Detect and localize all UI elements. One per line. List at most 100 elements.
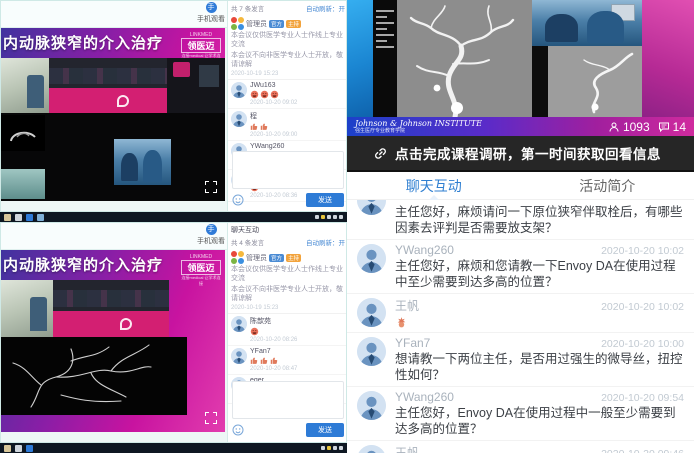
notice-line1: 本会议仅供医学专业人士作线上专业交流 — [231, 265, 345, 284]
player-bottom-bar: Johnson & Johnson INSTITUTE 强生医疗专业教育学院 1… — [347, 117, 694, 136]
emoji-picker-icon[interactable] — [232, 194, 244, 206]
send-button[interactable]: 发送 — [306, 193, 344, 207]
brand-top: LINKMED — [181, 254, 221, 260]
taskbar-icon[interactable] — [4, 445, 11, 452]
mobile-watch-label: 手机观看 — [191, 236, 231, 246]
system-tray[interactable] — [315, 215, 343, 219]
mobile-watch-button[interactable]: 手 手机观看 — [191, 2, 231, 24]
panelists — [49, 68, 167, 85]
video-feed-monitors — [167, 58, 225, 113]
video-feed-ultrasound — [1, 115, 45, 151]
chat-panel-title: 聊天互动 — [228, 223, 347, 235]
message-time: 2020-10-20 09:46 — [601, 448, 684, 453]
message-time: 2020-10-20 10:02 — [601, 301, 684, 313]
thumbs-up-icon — [250, 122, 259, 131]
taskbar-icon[interactable] — [26, 445, 33, 452]
video-feed-panelists — [49, 58, 167, 113]
desktop-screenshot-top: 手 手机观看 内动脉狭窄的介入治疗 LINKMED 领医迈 连接medical … — [0, 0, 347, 212]
host-badge: 主持 — [286, 254, 301, 262]
taskbar-icon[interactable] — [4, 214, 11, 221]
thumbs-up-icon — [270, 356, 279, 365]
message-time: 2020-10-20 09:54 — [601, 392, 684, 404]
mobile-watch-icon: 手 — [206, 2, 217, 13]
chat-message-list[interactable]: 主任您好，麻烦请问一下原位狭窄伴取栓后，有哪些因素去评判是否需要放支架？ YWa… — [347, 200, 694, 453]
notice-line1: 本会议仅供医学专业人士作线上专业交流 — [231, 31, 345, 50]
admin-notice: 管理员 官方 主持 本会议仅供医学专业人士作线上专业交流 本会议不向非医学专业人… — [228, 249, 347, 314]
admin-avatar-icon — [231, 251, 244, 264]
user-avatar-icon — [231, 111, 247, 127]
fullscreen-icon[interactable] — [205, 181, 217, 193]
chat-message: YFan7 2020-10-20 08:47 — [228, 346, 347, 375]
chat-message: 程 2020-10-20 09:00 — [228, 109, 347, 141]
stream-title: 内动脉狭窄的介入治疗 — [3, 254, 163, 275]
banner-logo-mark — [120, 318, 132, 330]
message-text: 主任您好，Envoy DA在使用过程中一般至少需要到达多高的位置？ — [395, 405, 684, 437]
chat-sidebar: 聊天互动 共 4 条发言 自动刷新：开 管理员 官方 主持 本会议仅供医学专业人… — [227, 223, 347, 443]
mobile-watch-label: 手机观看 — [191, 14, 231, 24]
chat-username: 程 — [250, 111, 345, 121]
survey-banner[interactable]: 点击完成课程调研，第一时间获取回看信息 — [347, 136, 694, 172]
admin-notice: 管理员 官方 主持 本会议仅供医学专业人士作线上专业交流 本会议不向非医学专业人… — [228, 15, 347, 80]
taskbar-icon[interactable] — [15, 445, 22, 452]
desktop-screenshot-bottom: 手 手机观看 内动脉狭窄的介入治疗 LINKMED 领医迈 连接medical … — [0, 222, 347, 443]
user-avatar-icon — [231, 316, 247, 332]
user-avatar-icon — [357, 200, 386, 215]
message-username: YWang260 — [395, 243, 454, 257]
emoji-picker-icon[interactable] — [232, 424, 244, 436]
chat-username: YWang260 — [250, 143, 345, 150]
composite-screenshot: 手 手机观看 内动脉狭窄的介入治疗 LINKMED 领医迈 连接medical … — [0, 0, 694, 453]
panelists — [53, 290, 169, 307]
auto-refresh-toggle[interactable]: 自动刷新：开 — [306, 237, 345, 247]
table-banner — [49, 88, 167, 113]
chat-username: YFan7 — [250, 348, 345, 355]
message-username: 王帆 — [395, 297, 419, 314]
chat-message: 王帆 2020-10-20 09:46 — [347, 441, 694, 453]
auto-refresh-toggle[interactable]: 自动刷新：开 — [306, 3, 345, 13]
notice-line2: 本会议不向非医学专业人士开放，敬请谅解 — [231, 285, 345, 304]
chat-input[interactable] — [232, 151, 344, 189]
survey-banner-text: 点击完成课程调研，第一时间获取回看信息 — [395, 143, 661, 163]
windows-taskbar — [0, 443, 347, 453]
chat-count: 共 7 条发言 — [231, 3, 264, 13]
grin-icon — [250, 327, 259, 336]
angiogram-small — [532, 46, 642, 117]
mobile-watch-button[interactable]: 手 手机观看 — [191, 224, 231, 246]
chat-username: JWu163 — [250, 82, 345, 89]
table-banner — [53, 311, 169, 337]
chat-message: YWang260 2020-10-20 09:54 主任您好，Envoy DA在… — [347, 387, 694, 441]
taskbar-icon[interactable] — [37, 214, 44, 221]
user-avatar-icon — [231, 82, 247, 98]
emoji-row — [250, 327, 345, 336]
tab-chat[interactable]: 聊天互动 — [347, 172, 521, 199]
send-button[interactable]: 发送 — [306, 423, 344, 437]
link-icon — [373, 146, 388, 161]
system-tray[interactable] — [321, 446, 343, 450]
grin-icon — [250, 90, 259, 99]
taskbar-icon[interactable] — [15, 214, 22, 221]
chat-message: YWang260 2020-10-20 10:02 主任您好，麻烦和您请教一下E… — [347, 240, 694, 294]
tab-intro[interactable]: 活动简介 — [521, 172, 694, 199]
admin-avatar-icon — [231, 17, 244, 30]
chat-time: 2020-10-20 09:00 — [250, 132, 345, 138]
banner-logo-mark — [117, 95, 129, 107]
live-video-area: 内动脉狭窄的介入治疗 LINKMED 领医迈 连接medical 让学术连接 — [1, 28, 225, 201]
taskbar-icon[interactable] — [26, 214, 33, 221]
video-feed-office — [1, 58, 49, 113]
chat-message: JWu163 2020-10-20 09:02 — [228, 80, 347, 109]
chat-message: 陈歆苑 2020-10-20 08:26 — [228, 314, 347, 346]
viewer-count: 1093 — [608, 120, 650, 134]
video-feed-angiogram — [1, 337, 187, 415]
jnj-logo-text: Johnson & Johnson INSTITUTE — [355, 120, 482, 128]
message-username: YFan7 — [395, 336, 430, 350]
brand-name: 领医迈 — [181, 260, 221, 275]
notice-line2: 本会议不向非医学专业人士开放，敬请谅解 — [231, 51, 345, 70]
admin-name: 管理员 — [246, 19, 267, 29]
notice-time: 2020-10-19 15:23 — [231, 71, 345, 77]
fullscreen-icon[interactable] — [205, 412, 217, 424]
official-badge: 官方 — [269, 254, 284, 262]
mobile-app-panel: Johnson & Johnson INSTITUTE 强生医疗专业教育学院 1… — [347, 0, 694, 453]
chat-input[interactable] — [232, 381, 344, 419]
message-time: 2020-10-20 10:00 — [601, 338, 684, 350]
tab-bar: 聊天互动 活动简介 — [347, 172, 694, 200]
comment-count: 14 — [658, 120, 686, 134]
